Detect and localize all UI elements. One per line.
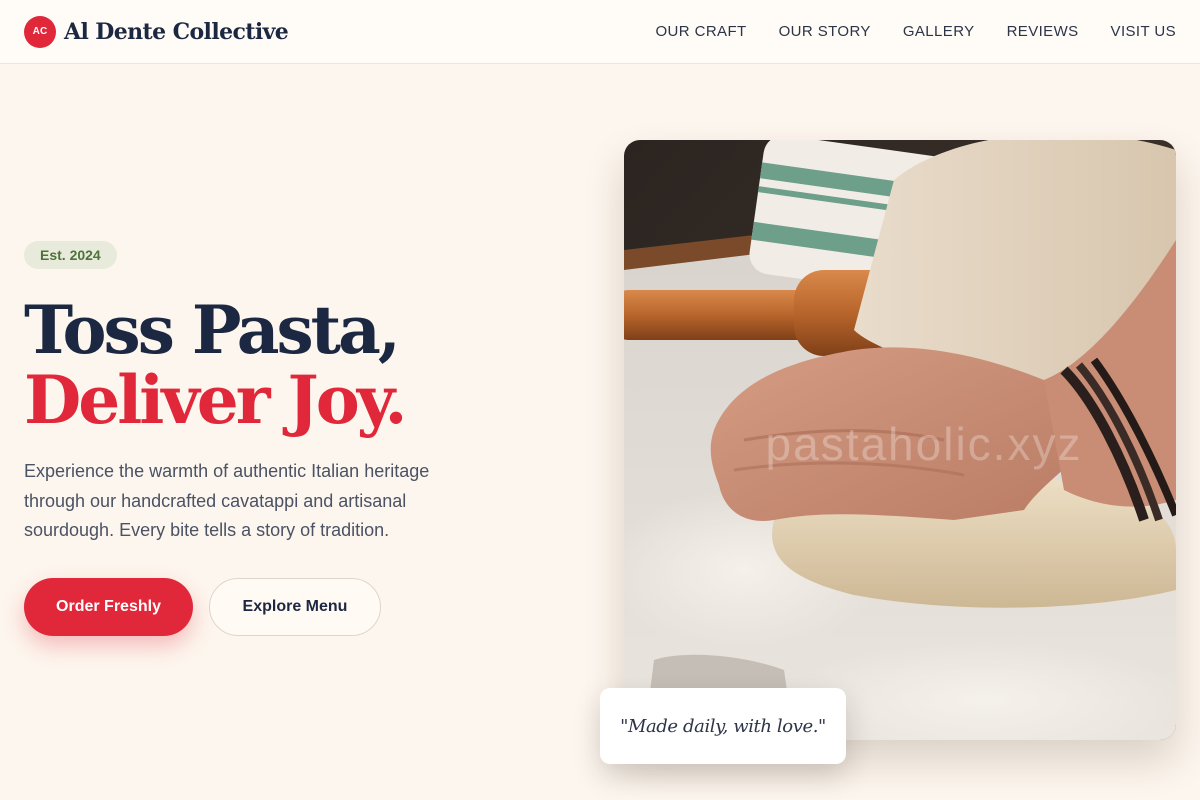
main-nav: OUR CRAFT OUR STORY GALLERY REVIEWS VISI… <box>655 23 1176 40</box>
nav-link-reviews[interactable]: REVIEWS <box>1007 23 1079 40</box>
brand-name: Al Dente Collective <box>64 18 289 45</box>
nav-link-visit-us[interactable]: VISIT US <box>1111 23 1176 40</box>
explore-menu-button[interactable]: Explore Menu <box>209 577 381 636</box>
hero-description: Experience the warmth of authentic Itali… <box>24 461 430 540</box>
nav-link-our-story[interactable]: OUR STORY <box>779 23 871 40</box>
dough-kneading-illustration: pastaholic.xyz <box>624 140 1176 740</box>
nav-link-our-craft[interactable]: OUR CRAFT <box>655 23 746 40</box>
headline-line-2: Deliver Joy. <box>24 361 407 439</box>
top-navbar: AC Al Dente Collective OUR CRAFT OUR STO… <box>0 0 1200 64</box>
hero-content: Est. 2024 Toss Pasta, Deliver Joy. Exper… <box>24 241 494 636</box>
quote-card: "Made daily, with love." <box>600 688 846 764</box>
nav-link-gallery[interactable]: GALLERY <box>903 23 975 40</box>
hero-headline: Toss Pasta, Deliver Joy. <box>24 295 494 435</box>
headline-line-1: Toss Pasta, <box>24 291 401 369</box>
established-badge: Est. 2024 <box>24 241 117 269</box>
dough-kneading-photo: pastaholic.xyz <box>624 140 1176 740</box>
order-freshly-button[interactable]: Order Freshly <box>24 577 193 636</box>
brand-logo[interactable]: AC Al Dente Collective <box>24 15 289 48</box>
logo-badge-icon: AC <box>24 15 56 48</box>
cta-row: Order Freshly Explore Menu <box>24 577 494 636</box>
image-watermark: pastaholic.xyz <box>766 418 1083 470</box>
